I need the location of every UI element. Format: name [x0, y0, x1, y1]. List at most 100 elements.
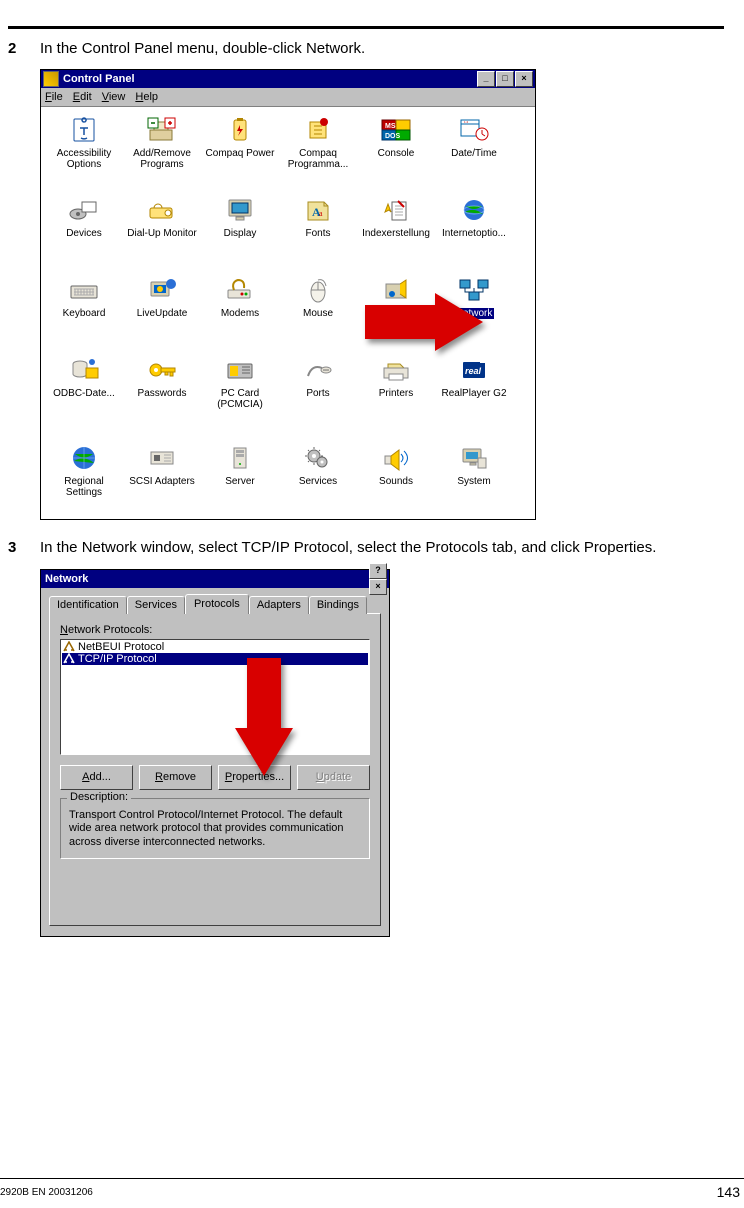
cp-item-label: Passwords: [138, 388, 187, 399]
cp-item-add-remove-programs[interactable]: Add/Remove Programs: [123, 113, 201, 193]
cp-item-compaq-programma[interactable]: Compaq Programma...: [279, 113, 357, 193]
cp-item-internetoptio[interactable]: Internetoptio...: [435, 193, 513, 273]
cp-item-date-time[interactable]: 1 2Date/Time: [435, 113, 513, 193]
cp-item-regional-settings[interactable]: Regional Settings: [45, 441, 123, 513]
cp-item-label: Modems: [221, 308, 259, 319]
properties-button[interactable]: Properties...: [218, 765, 291, 790]
add-button[interactable]: Add...: [60, 765, 133, 790]
multimed-icon: [379, 275, 413, 305]
compaq-power-icon: [223, 115, 257, 145]
printers-icon: [379, 355, 413, 385]
cp-item-label: Dial-Up Monitor: [127, 228, 196, 239]
minimize-button[interactable]: _: [477, 71, 495, 87]
cp-item-system[interactable]: System: [435, 441, 513, 513]
title-text: Control Panel: [63, 73, 476, 85]
cp-item-indexerstellung[interactable]: Indexerstellung: [357, 193, 435, 273]
cp-item-fonts[interactable]: AaFonts: [279, 193, 357, 273]
cp-item-scsi-adapters[interactable]: SCSI Adapters: [123, 441, 201, 513]
console-icon: MSDOS: [379, 115, 413, 145]
cp-item-label: Fonts: [305, 228, 330, 239]
cp-item-sounds[interactable]: Sounds: [357, 441, 435, 513]
doc-id: 2920B EN 20031206: [0, 1187, 93, 1198]
cp-item-label: Ports: [306, 388, 329, 399]
display-icon: [223, 195, 257, 225]
protocol-icon: [63, 653, 75, 664]
step-2: 2 In the Control Panel menu, double-clic…: [8, 39, 724, 59]
tab-adapters[interactable]: Adapters: [249, 596, 309, 614]
ports-icon: [301, 355, 335, 385]
cp-item-services[interactable]: Services: [279, 441, 357, 513]
cp-item-dial-up-monitor[interactable]: Dial-Up Monitor: [123, 193, 201, 273]
cp-item-multimed[interactable]: Multimed: [357, 273, 435, 353]
cp-item-label: System: [457, 476, 490, 487]
protocol-icon: [63, 641, 75, 652]
cp-item-display[interactable]: Display: [201, 193, 279, 273]
cp-item-label: SCSI Adapters: [129, 476, 195, 487]
cp-item-modems[interactable]: Modems: [201, 273, 279, 353]
protocol-tcpip[interactable]: TCP/IP Protocol: [62, 653, 368, 665]
menu-file[interactable]: File: [45, 91, 63, 103]
menu-help[interactable]: Help: [135, 91, 158, 103]
menu-view[interactable]: View: [102, 91, 126, 103]
cp-item-network[interactable]: Network: [435, 273, 513, 353]
titlebar: Control Panel _ □ ×: [41, 70, 535, 88]
cp-item-ports[interactable]: Ports: [279, 353, 357, 441]
description-groupbox: Description: Transport Control Protocol/…: [60, 798, 370, 859]
remove-button[interactable]: Remove: [139, 765, 212, 790]
network-protocols-label: Network Protocols:: [60, 624, 370, 636]
liveupdate-icon: [145, 275, 179, 305]
cp-item-label: Accessibility Options: [47, 148, 121, 170]
cp-item-console[interactable]: MSDOS Console: [357, 113, 435, 193]
step-3-text: In the Network window, select TCP/IP Pro…: [40, 538, 724, 558]
description-text: Transport Control Protocol/Internet Prot…: [69, 809, 361, 850]
update-button[interactable]: Update: [297, 765, 370, 790]
cp-item-label: RealPlayer G2: [441, 388, 506, 399]
cp-item-liveupdate[interactable]: LiveUpdate: [123, 273, 201, 353]
help-button[interactable]: ?: [369, 563, 387, 579]
protocol-netbeui[interactable]: NetBEUI Protocol: [62, 641, 368, 653]
tab-identification[interactable]: Identification: [49, 596, 127, 614]
cp-item-printers[interactable]: Printers: [357, 353, 435, 441]
svg-text:1 2: 1 2: [464, 120, 469, 124]
compaq-programma-icon: [301, 115, 335, 145]
keyboard-icon: [67, 275, 101, 305]
cp-item-label: PC Card (PCMCIA): [203, 388, 277, 410]
cp-item-label: Multimed: [376, 308, 417, 319]
services-icon: [301, 443, 335, 473]
network-titlebar: Network ? ×: [41, 570, 389, 588]
network-dialog: Network ? × Identification Services Prot…: [40, 569, 390, 937]
menu-edit[interactable]: Edit: [73, 91, 92, 103]
date-time-icon: 1 2: [457, 115, 491, 145]
cp-item-label: Console: [378, 148, 415, 159]
cp-item-label: Services: [299, 476, 337, 487]
cp-item-devices[interactable]: Devices: [45, 193, 123, 273]
protocols-listbox[interactable]: NetBEUI Protocol TCP/IP Protocol: [60, 639, 370, 755]
cp-item-compaq-power[interactable]: Compaq Power: [201, 113, 279, 193]
cp-item-label: Network: [454, 308, 495, 319]
tab-row: Identification Services Protocols Adapte…: [49, 594, 381, 614]
cp-item-keyboard[interactable]: Keyboard: [45, 273, 123, 353]
tab-bindings[interactable]: Bindings: [309, 596, 367, 614]
pc-card-pcmcia-icon: [223, 355, 257, 385]
cp-item-passwords[interactable]: Passwords: [123, 353, 201, 441]
cp-item-pc-card-pcmcia[interactable]: PC Card (PCMCIA): [201, 353, 279, 441]
cp-item-odbc-date[interactable]: ODBC-Date...: [45, 353, 123, 441]
cp-item-server[interactable]: Server: [201, 441, 279, 513]
cp-item-label: Internetoptio...: [442, 228, 506, 239]
step-2-number: 2: [8, 39, 26, 59]
cp-item-realplayer-g2[interactable]: real RealPlayer G2: [435, 353, 513, 441]
description-label: Description:: [67, 791, 131, 803]
cp-item-accessibility-options[interactable]: Accessibility Options: [45, 113, 123, 193]
step-3: 3 In the Network window, select TCP/IP P…: [8, 538, 724, 558]
close-button[interactable]: ×: [515, 71, 533, 87]
tab-protocols[interactable]: Protocols: [185, 594, 249, 614]
svg-text:real: real: [465, 366, 482, 376]
maximize-button[interactable]: □: [496, 71, 514, 87]
control-panel-body: Accessibility OptionsAdd/Remove Programs…: [41, 107, 535, 519]
cp-item-label: Keyboard: [63, 308, 106, 319]
tab-services[interactable]: Services: [127, 596, 185, 614]
page-number: 143: [717, 1184, 740, 1200]
cp-item-mouse[interactable]: Mouse: [279, 273, 357, 353]
dial-up-monitor-icon: [145, 195, 179, 225]
cp-item-label: Printers: [379, 388, 413, 399]
